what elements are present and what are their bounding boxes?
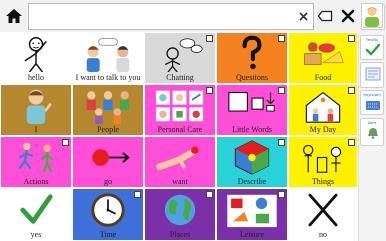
folder-indicator [348, 87, 355, 94]
chatting-icon [151, 35, 209, 73]
cell-label: People [97, 125, 119, 134]
folder-indicator [278, 191, 285, 198]
cell-label: Questions [236, 73, 268, 82]
cell-label: My Day [309, 125, 337, 134]
cell-label: Chatting [166, 73, 194, 82]
hello-icon [7, 35, 65, 73]
cell-no[interactable]: no [288, 188, 358, 241]
cell-things[interactable]: Things [288, 136, 358, 188]
folder-indicator [348, 139, 355, 146]
phrase-button[interactable] [360, 62, 384, 88]
actions-icon [7, 139, 65, 176]
backspace-icon [317, 10, 333, 22]
little-words-icon [223, 87, 281, 124]
cell-label: want [172, 177, 188, 186]
alert-button[interactable]: Alert [360, 118, 384, 146]
home-button[interactable] [2, 3, 26, 29]
cell-label: I want to talk to you [75, 73, 141, 82]
cell-label: Places [169, 230, 191, 239]
cell-little-words[interactable]: Little Words [216, 84, 288, 136]
cell-actions[interactable]: Actions [0, 136, 72, 188]
cell-places[interactable]: Places [144, 188, 216, 241]
cell-label: Personal Care [157, 125, 203, 134]
cell-leisure[interactable]: Leisure [216, 188, 288, 241]
close-button[interactable] [337, 4, 359, 28]
cell-go[interactable]: go [72, 136, 144, 188]
phrase-list-icon [365, 67, 381, 81]
keyboard-label: Keyboard [363, 92, 381, 97]
keyboard-button[interactable]: Keyboard [360, 90, 384, 115]
cell-people[interactable]: People [72, 84, 144, 136]
cell-i[interactable]: I [0, 84, 72, 136]
cell-label: Little Words [232, 125, 272, 134]
cell-label: Food [314, 73, 332, 82]
message-bar[interactable] [28, 3, 314, 30]
cell-label: Leisure [240, 230, 264, 239]
yes-no-button[interactable]: Yes/No [360, 35, 384, 60]
bell-icon [368, 128, 378, 139]
close-icon [341, 9, 355, 23]
symbol-grid: hello I want to talk to you Chatting Que… [0, 32, 358, 241]
home-icon [6, 9, 22, 23]
question-mark-icon [223, 35, 281, 72]
globe-icon [151, 191, 209, 229]
cell-food[interactable]: Food [288, 32, 358, 84]
cell-want[interactable]: want [144, 136, 216, 188]
go-icon [79, 139, 137, 176]
cell-my-day[interactable]: My Day [288, 84, 358, 136]
folder-indicator [206, 87, 213, 94]
yes-no-label: Yes/No [365, 37, 379, 42]
avatar[interactable] [361, 3, 383, 28]
clear-icon[interactable] [298, 11, 309, 22]
backspace-button[interactable] [314, 4, 336, 28]
cell-questions[interactable]: Questions [216, 32, 288, 84]
me-icon [7, 87, 65, 124]
cell-time[interactable]: Time [72, 188, 144, 241]
cell-describe[interactable]: Describe [216, 136, 288, 188]
talk-icon [79, 35, 137, 72]
cell-label: Things [311, 177, 335, 186]
folder-indicator [62, 139, 69, 146]
avatar-icon [365, 7, 379, 27]
people-icon [79, 87, 137, 124]
no-cross-icon [295, 191, 351, 229]
food-icon [295, 35, 351, 72]
cell-label: Describe [237, 177, 267, 186]
folder-indicator [348, 35, 355, 42]
cell-hello[interactable]: hello [0, 32, 72, 84]
things-icon [295, 139, 351, 176]
cell-talk[interactable]: I want to talk to you [72, 32, 144, 84]
leisure-icon [223, 191, 281, 229]
cell-personal-care[interactable]: Personal Care [144, 84, 216, 136]
describe-icon [223, 139, 281, 176]
folder-indicator [278, 87, 285, 94]
cell-label: Time [99, 230, 117, 239]
clock-icon [79, 191, 137, 229]
my-day-icon [295, 87, 351, 124]
yes-check-icon [7, 191, 65, 229]
keyboard-icon [366, 101, 380, 110]
folder-indicator [134, 191, 141, 198]
cell-label: I [34, 125, 38, 134]
cell-chatting[interactable]: Chatting [144, 32, 216, 84]
cell-yes[interactable]: yes [0, 188, 72, 241]
folder-indicator [278, 139, 285, 146]
folder-indicator [278, 35, 285, 42]
personal-care-icon [151, 87, 209, 124]
cell-label: hello [28, 73, 44, 82]
yes-check-icon [365, 43, 381, 56]
folder-indicator [206, 191, 213, 198]
alert-label: Alert [367, 120, 377, 125]
want-icon [151, 139, 209, 176]
top-bar [0, 0, 386, 32]
cell-label: yes [30, 230, 42, 239]
cell-label: go [104, 177, 112, 186]
folder-indicator [206, 35, 213, 42]
cell-label: Actions [23, 177, 49, 186]
cell-label: no [319, 230, 327, 239]
